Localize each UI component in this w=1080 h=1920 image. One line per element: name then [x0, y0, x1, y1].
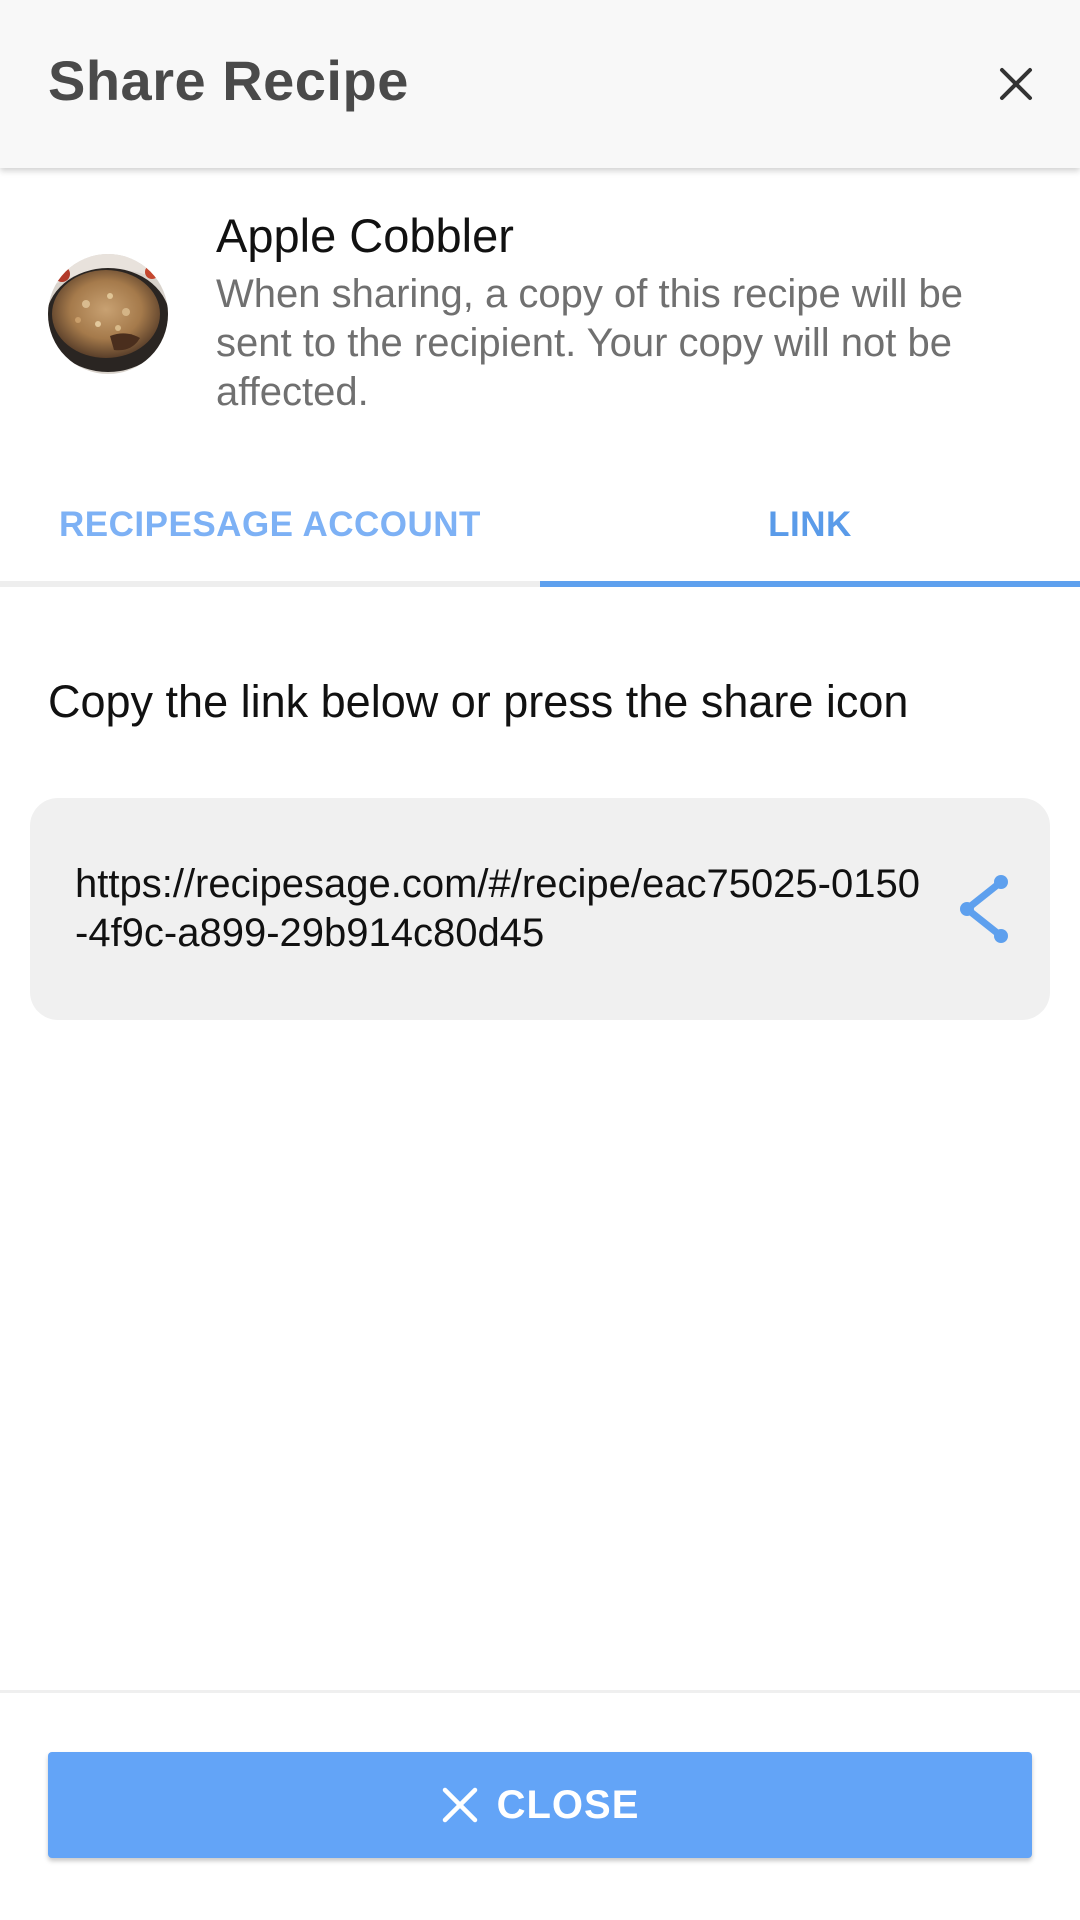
close-button-label: CLOSE — [496, 1782, 640, 1827]
dialog-header: Share Recipe — [0, 0, 1080, 168]
recipe-summary: Apple Cobbler When sharing, a copy of th… — [0, 168, 1080, 468]
tab-link[interactable]: LINK — [540, 468, 1080, 582]
footer-divider — [0, 1690, 1080, 1693]
tab-recipesage-account[interactable]: RECIPESAGE ACCOUNT — [0, 468, 540, 582]
close-icon — [441, 1786, 479, 1824]
close-button[interactable]: CLOSE — [48, 1752, 1032, 1858]
active-tab-indicator — [540, 581, 1080, 587]
recipe-title: Apple Cobbler — [216, 209, 514, 262]
recipe-thumbnail — [48, 254, 168, 374]
share-icon — [960, 875, 1008, 943]
dialog-title: Share Recipe — [48, 49, 409, 112]
share-link-card: https://recipesage.com/#/recipe/eac75025… — [30, 798, 1050, 1020]
share-link-url[interactable]: https://recipesage.com/#/recipe/eac75025… — [75, 860, 925, 958]
share-tabs: RECIPESAGE ACCOUNT LINK — [0, 468, 1080, 588]
share-description: When sharing, a copy of this recipe will… — [216, 272, 964, 414]
header-close-button[interactable] — [982, 50, 1050, 118]
close-icon — [1000, 68, 1032, 100]
share-button[interactable] — [950, 874, 1020, 944]
link-instruction: Copy the link below or press the share i… — [48, 676, 909, 727]
